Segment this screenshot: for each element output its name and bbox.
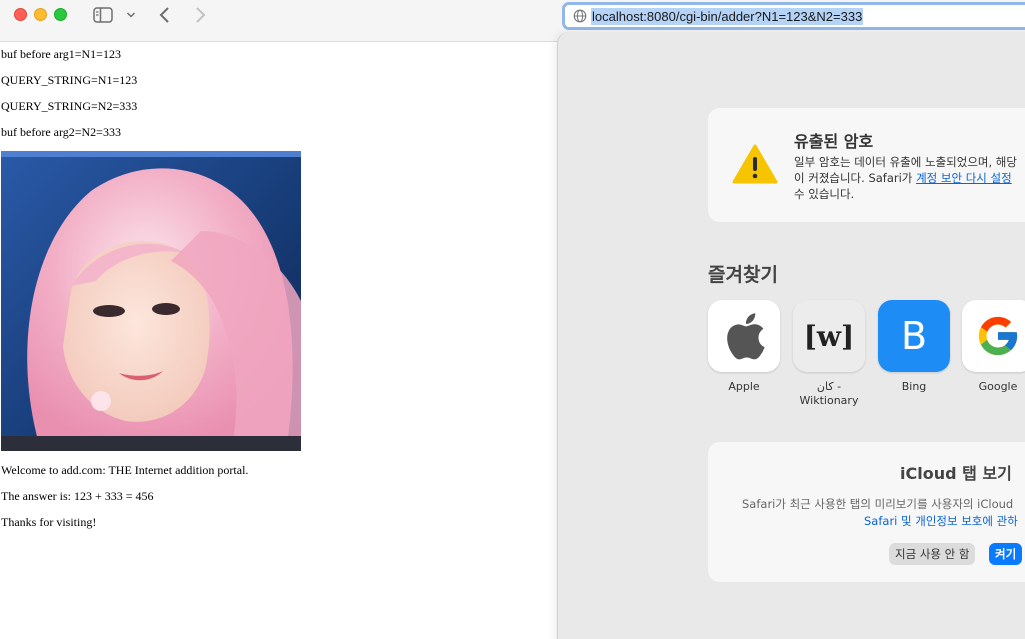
favorite-google[interactable]: Google xyxy=(961,300,1025,394)
card-body: Safari가 최근 사용한 탭의 미리보기를 사용자의 iCloud xyxy=(742,497,1014,511)
apple-logo-icon xyxy=(708,300,780,372)
not-now-button[interactable]: 지금 사용 안 함 xyxy=(889,543,976,565)
reset-security-link[interactable]: 계정 보안 다시 설정 xyxy=(916,171,1012,185)
start-page-popover: 유출된 암호 일부 암호는 데이터 유출에 노출되었으며, 해당 이 커졌습니다… xyxy=(557,32,1025,639)
icloud-tabs-card: iCloud 탭 보기 Safari가 최근 사용한 탭의 미리보기를 사용자의… xyxy=(708,442,1025,582)
bing-tile-text: B xyxy=(900,314,928,358)
google-logo-icon xyxy=(962,300,1025,372)
wiktionary-tile-text: [w] xyxy=(803,319,855,353)
sidebar-toggle-icon[interactable] xyxy=(92,5,114,25)
url-text[interactable]: localhost:8080/cgi-bin/adder?N1=123&N2=3… xyxy=(591,7,864,25)
card-body-text: 이 커졌습니다. Safari가 xyxy=(794,171,917,185)
web-page-content: buf before arg1=N1=123 QUERY_STRING=N1=1… xyxy=(0,42,557,639)
card-title: 유출된 암호 xyxy=(794,132,874,151)
card-body: 일부 암호는 데이터 유출에 노출되었으며, 해당 이 커졌습니다. Safar… xyxy=(794,154,1017,202)
favorite-label: كان - Wiktionary xyxy=(799,380,859,407)
debug-line: buf before arg2=N2=333 xyxy=(1,125,121,139)
compromised-passwords-card[interactable]: 유출된 암호 일부 암호는 데이터 유출에 노출되었으며, 해당 이 커졌습니다… xyxy=(708,108,1025,222)
card-title: iCloud 탭 보기 xyxy=(900,464,1012,483)
card-body-line: 이 커졌습니다. Safari가 계정 보안 다시 설정 xyxy=(794,170,1017,186)
welcome-text: Welcome to add.com: THE Internet additio… xyxy=(1,463,249,477)
favorite-bing[interactable]: B Bing xyxy=(877,300,951,394)
forward-icon[interactable] xyxy=(190,5,210,25)
chevron-down-icon[interactable] xyxy=(124,5,138,25)
favorite-label: Google xyxy=(978,380,1018,393)
privacy-link[interactable]: Safari 및 개인정보 보호에 관하 xyxy=(864,513,1018,529)
favorite-wiktionary[interactable]: [w] كان - Wiktionary xyxy=(792,300,866,408)
card-body-line: 수 있습니다. xyxy=(794,187,855,201)
favorite-label: Apple xyxy=(728,380,760,393)
favorite-label: Bing xyxy=(901,380,927,393)
wiktionary-logo-icon: [w] xyxy=(793,300,865,372)
thanks-text: Thanks for visiting! xyxy=(1,515,97,529)
back-icon[interactable] xyxy=(155,5,175,25)
portrait-image xyxy=(1,151,301,451)
card-body-line: 일부 암호는 데이터 유출에 노출되었으며, 해당 xyxy=(794,155,1017,169)
close-window-button[interactable] xyxy=(14,8,27,21)
address-bar[interactable]: localhost:8080/cgi-bin/adder?N1=123&N2=3… xyxy=(562,2,1025,30)
debug-line: buf before arg1=N1=123 xyxy=(1,47,121,61)
minimize-window-button[interactable] xyxy=(34,8,47,21)
warning-icon xyxy=(732,144,778,189)
debug-line: QUERY_STRING=N1=123 xyxy=(1,73,138,87)
turn-on-button[interactable]: 켜기 xyxy=(989,543,1023,565)
globe-icon xyxy=(573,9,587,23)
bing-logo-icon: B xyxy=(878,300,950,372)
answer-text: The answer is: 123 + 333 = 456 xyxy=(1,489,154,503)
fullscreen-window-button[interactable] xyxy=(54,8,67,21)
favorite-apple[interactable]: Apple xyxy=(707,300,781,394)
favorites-heading: 즐겨찾기 xyxy=(708,264,778,286)
debug-line: QUERY_STRING=N2=333 xyxy=(1,99,138,113)
